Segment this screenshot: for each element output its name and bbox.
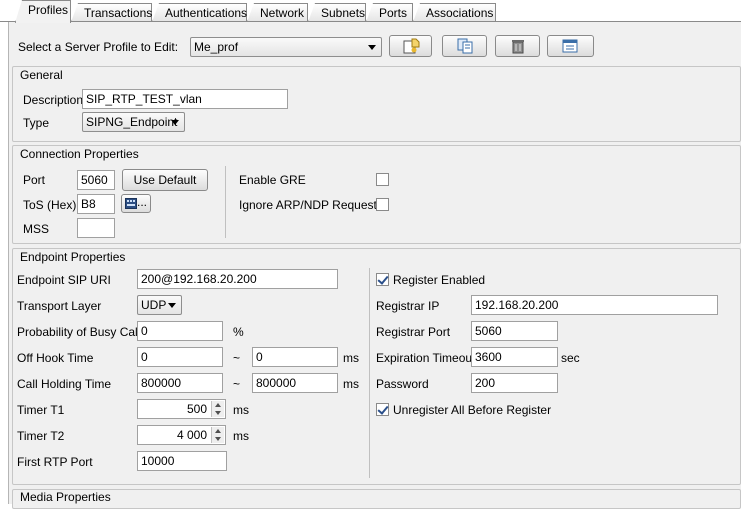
tab-profiles-label: Profiles — [28, 3, 69, 17]
first-rtp-port-input[interactable]: 10000 — [137, 451, 227, 471]
tos-input[interactable]: B8 — [77, 194, 115, 214]
enable-gre-checkbox[interactable] — [376, 173, 389, 186]
type-dropdown[interactable]: SIPNG_Endpoint — [82, 112, 185, 132]
registrar-ip-input[interactable]: 192.168.20.200 — [471, 295, 718, 315]
tab-profiles[interactable]: Profiles — [15, 0, 71, 23]
busy-calls-label: Probability of Busy Calls — [17, 325, 147, 339]
busy-calls-input[interactable]: 0 — [137, 321, 223, 341]
profile-select-dropdown[interactable]: Me_prof — [190, 37, 382, 57]
call-holding-tilde: ~ — [233, 377, 241, 391]
timer-t1-unit: ms — [233, 403, 249, 417]
register-enabled-label: Register Enabled — [393, 273, 486, 287]
transport-label: Transport Layer — [17, 299, 102, 313]
register-enabled-checkbox[interactable] — [376, 273, 389, 286]
password-label: Password — [376, 377, 429, 391]
endpoint-header: Endpoint Properties — [20, 250, 126, 264]
profile-select-value: Me_prof — [194, 40, 239, 54]
type-label: Type — [23, 116, 50, 130]
call-holding-unit: ms — [343, 377, 359, 391]
profile-select-label: Select a Server Profile to Edit: — [18, 40, 179, 54]
new-profile-icon — [403, 38, 419, 54]
off-hook-unit: ms — [343, 351, 359, 365]
mss-label: MSS — [23, 222, 50, 236]
use-default-button[interactable]: Use Default — [122, 169, 208, 191]
port-input[interactable]: 5060 — [77, 170, 115, 190]
mss-input[interactable] — [77, 218, 115, 238]
tab-subnets-label: Subnets — [321, 6, 366, 20]
tos-label: ToS (Hex) — [23, 198, 77, 212]
enable-gre-label: Enable GRE — [239, 173, 306, 187]
tab-network[interactable]: Network — [247, 3, 308, 22]
off-hook-max-input[interactable]: 0 — [252, 347, 338, 367]
expiration-timeout-input[interactable]: 3600 — [471, 347, 558, 367]
unregister-all-checkbox[interactable] — [376, 403, 389, 416]
timer-t2-unit: ms — [233, 429, 249, 443]
password-input[interactable]: 200 — [471, 373, 558, 393]
off-hook-label: Off Hook Time — [17, 351, 94, 365]
rename-profile-button[interactable] — [547, 35, 594, 57]
general-header: General — [20, 68, 63, 82]
registrar-ip-label: Registrar IP — [376, 299, 440, 313]
ignore-arp-checkbox[interactable] — [376, 198, 389, 211]
expiration-timeout-unit: sec — [561, 351, 580, 365]
tab-transactions[interactable]: Transactions — [71, 3, 152, 22]
timer-t2-stepper[interactable]: 4 000 — [137, 425, 226, 445]
tab-ports-label: Ports — [379, 6, 408, 20]
copy-profile-button[interactable] — [442, 35, 487, 57]
tab-authentications-label: Authentications — [165, 6, 248, 20]
port-label: Port — [23, 173, 46, 187]
sip-uri-label: Endpoint SIP URI — [17, 273, 111, 287]
timer-t1-value: 500 — [186, 402, 207, 416]
tab-bar: Profiles Transactions Authentications Ne… — [0, 0, 741, 23]
transport-value: UDP — [141, 298, 167, 312]
transport-dropdown[interactable]: UDP — [137, 295, 182, 315]
chevron-down-icon — [168, 303, 176, 308]
keyboard-icon — [125, 198, 137, 209]
rename-profile-icon — [562, 39, 577, 53]
registrar-port-label: Registrar Port — [376, 325, 451, 339]
new-profile-button[interactable] — [389, 35, 432, 57]
description-label: Description — [23, 93, 84, 107]
call-holding-min-input[interactable]: 800000 — [137, 373, 223, 393]
spinner-arrows-icon[interactable] — [211, 427, 224, 443]
tab-subnets[interactable]: Subnets — [308, 3, 366, 22]
tab-associations-label: Associations — [426, 6, 494, 20]
unregister-all-label: Unregister All Before Register — [393, 403, 552, 417]
connection-divider — [225, 166, 226, 238]
off-hook-tilde: ~ — [233, 351, 241, 365]
timer-t1-stepper[interactable]: 500 — [137, 399, 226, 419]
timer-t2-value: 4 000 — [176, 428, 207, 442]
type-value: SIPNG_Endpoint — [86, 115, 178, 129]
chevron-down-icon — [171, 120, 179, 125]
connection-header: Connection Properties — [20, 147, 139, 161]
off-hook-min-input[interactable]: 0 — [137, 347, 223, 367]
tab-ports[interactable]: Ports — [366, 3, 413, 22]
spinner-arrows-icon[interactable] — [211, 401, 224, 417]
delete-trash-icon — [511, 40, 524, 54]
delete-profile-button[interactable] — [495, 35, 540, 57]
endpoint-divider — [369, 268, 370, 478]
call-holding-max-input[interactable]: 800000 — [252, 373, 338, 393]
tab-network-label: Network — [260, 6, 305, 20]
timer-t1-label: Timer T1 — [17, 403, 65, 417]
tos-editor-button[interactable]: ... — [121, 194, 151, 213]
tab-authentications[interactable]: Authentications — [152, 3, 247, 22]
copy-profile-icon — [457, 38, 472, 54]
sip-uri-input[interactable]: 200@192.168.20.200 — [137, 269, 338, 289]
first-rtp-port-label: First RTP Port — [17, 455, 93, 469]
media-group — [12, 489, 741, 509]
media-header: Media Properties — [20, 490, 111, 504]
chevron-down-icon — [368, 45, 376, 50]
description-input[interactable]: SIP_RTP_TEST_vlan — [82, 89, 288, 109]
expiration-timeout-label: Expiration Timeout — [376, 351, 476, 365]
call-holding-label: Call Holding Time — [17, 377, 112, 391]
timer-t2-label: Timer T2 — [17, 429, 65, 443]
tos-editor-label: ... — [136, 195, 147, 209]
ignore-arp-label: Ignore ARP/NDP Requests — [239, 198, 383, 212]
registrar-port-input[interactable]: 5060 — [471, 321, 558, 341]
tab-transactions-label: Transactions — [84, 6, 153, 20]
tab-associations[interactable]: Associations — [413, 3, 496, 22]
busy-calls-unit: % — [233, 325, 244, 339]
